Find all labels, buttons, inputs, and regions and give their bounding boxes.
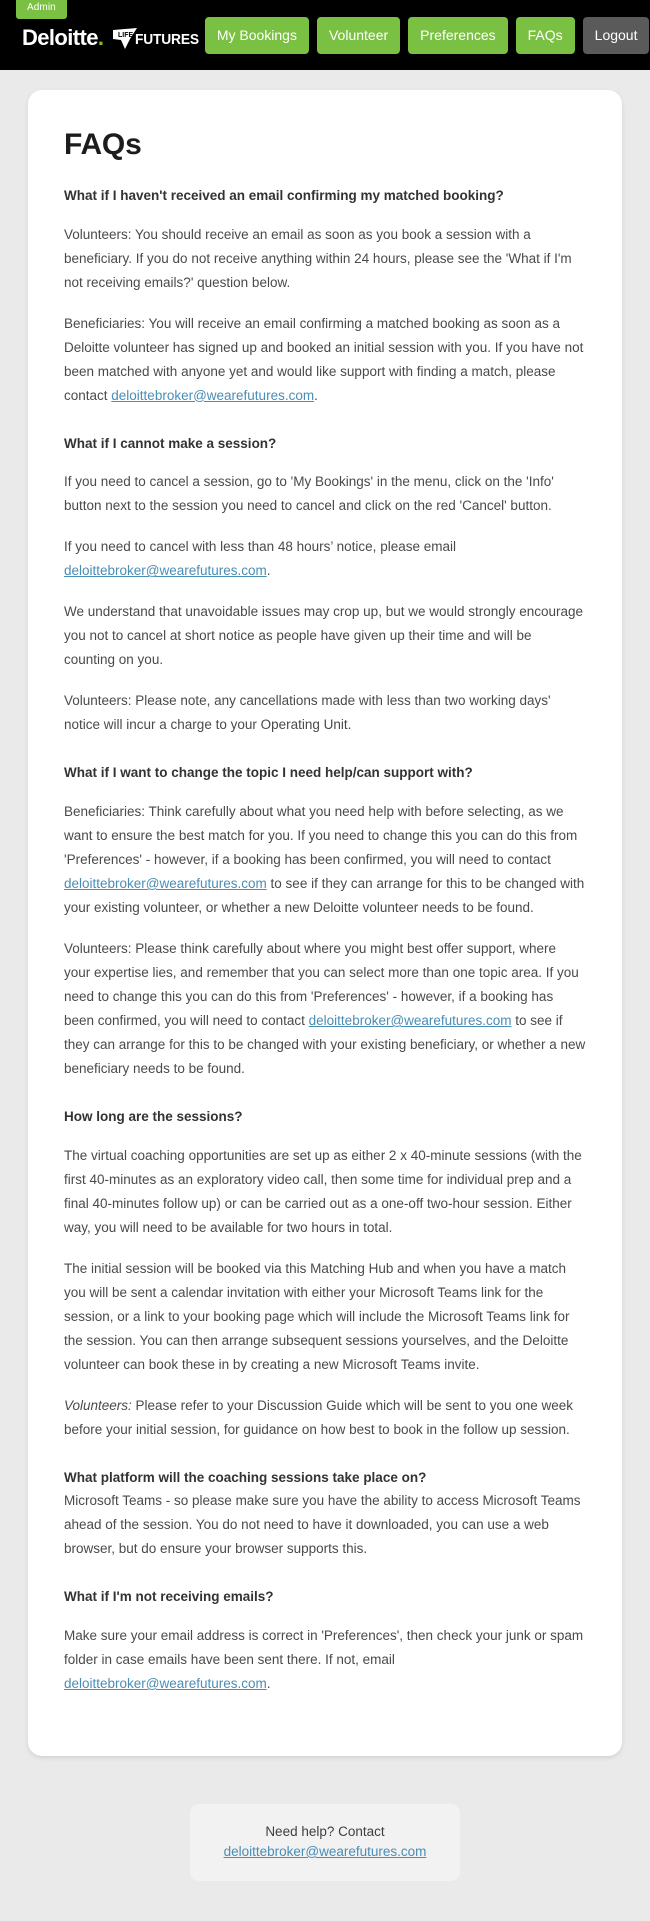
footer: Need help? Contact deloittebroker@wearef… [0, 1756, 650, 1921]
faq-answer-2-4: Volunteers: Please note, any cancellatio… [64, 693, 551, 733]
nav-volunteer[interactable]: Volunteer [316, 16, 401, 54]
faq-answer-1-2-tail: . [314, 387, 318, 403]
faq-card: FAQs What if I haven't received an email… [28, 90, 622, 1757]
faq-question-6: What if I'm not receiving emails? [64, 1589, 274, 1605]
faq-question-3: What if I want to change the topic I nee… [64, 765, 473, 781]
admin-badge: Admin [16, 0, 67, 19]
main-nav: My Bookings Volunteer Preferences FAQs L… [204, 16, 650, 54]
email-link[interactable]: deloittebroker@wearefutures.com [64, 1676, 267, 1691]
faq-answer-2-1: If you need to cancel a session, go to '… [64, 474, 554, 514]
nav-logout[interactable]: Logout [582, 16, 650, 54]
footer-help-text: Need help? Contact [265, 1824, 385, 1840]
footer-help-card: Need help? Contact deloittebroker@wearef… [189, 1804, 461, 1881]
brand-logo[interactable]: Deloitte. LIFE FUTURES [22, 27, 205, 49]
email-link[interactable]: deloittebroker@wearefutures.com [111, 388, 314, 403]
faq-answer-6-1-text: Make sure your email address is correct … [64, 1628, 584, 1668]
faq-answer-2-2: If you need to cancel with less than 48 … [64, 535, 586, 583]
life-futures-logo: LIFE FUTURES [112, 28, 204, 50]
faq-answer-2-2-text: If you need to cancel with less than 48 … [64, 539, 456, 555]
faq-answer-1-1: Volunteers: You should receive an email … [64, 226, 572, 290]
faq-answer-6-1-tail: . [266, 1676, 271, 1692]
top-navigation-bar: Admin Deloitte. LIFE FUTURES My Bookings… [0, 0, 650, 70]
faq-answer-4-3-text: Please refer to your Discussion Guide wh… [64, 1397, 574, 1437]
faq-question-4: How long are the sessions? [64, 1109, 243, 1125]
faq-answer-3-1-text: Beneficiaries: Think carefully about wha… [64, 803, 578, 867]
deloitte-wordmark: Deloitte. [22, 25, 104, 50]
faq-answer-3-2: Volunteers: Please think carefully about… [64, 937, 586, 1081]
faq-question-5: What platform will the coaching sessions… [64, 1469, 427, 1485]
email-link[interactable]: deloittebroker@wearefutures.com [64, 563, 267, 578]
page-body: FAQs What if I haven't received an email… [0, 70, 650, 1757]
page-title: FAQs [64, 128, 142, 161]
faq-answer-5-1: Microsoft Teams - so please make sure yo… [64, 1493, 581, 1557]
deloitte-green-dot: . [97, 25, 104, 50]
svg-text:LIFE: LIFE [118, 32, 133, 39]
faq-answer-2-3: We understand that unavoidable issues ma… [64, 604, 584, 668]
faq-answer-4-1: The virtual coaching opportunities are s… [64, 1147, 582, 1235]
email-link[interactable]: deloittebroker@wearefutures.com [64, 876, 267, 891]
faq-answer-4-2: The initial session will be booked via t… [64, 1260, 570, 1372]
footer-email-link[interactable]: deloittebroker@wearefutures.com [224, 1844, 427, 1859]
nav-faqs[interactable]: FAQs [515, 16, 575, 54]
nav-my-bookings[interactable]: My Bookings [204, 16, 309, 54]
faq-answer-1-2: Beneficiaries: You will receive an email… [64, 312, 586, 408]
faq-answer-4-3-lead: Volunteers: [64, 1397, 132, 1413]
email-link[interactable]: deloittebroker@wearefutures.com [309, 1013, 512, 1028]
faq-answer-4-3: Volunteers: Please refer to your Discuss… [64, 1394, 586, 1442]
nav-preferences[interactable]: Preferences [408, 16, 508, 54]
faq-answer-6-1: Make sure your email address is correct … [64, 1624, 586, 1696]
faq-answer-3-1: Beneficiaries: Think carefully about wha… [64, 800, 586, 920]
faq-answer-2-2-tail: . [266, 563, 271, 579]
faq-question-1: What if I haven't received an email conf… [64, 188, 504, 203]
faq-question-2: What if I cannot make a session? [64, 435, 277, 451]
futures-wordmark: FUTURES [135, 30, 200, 48]
